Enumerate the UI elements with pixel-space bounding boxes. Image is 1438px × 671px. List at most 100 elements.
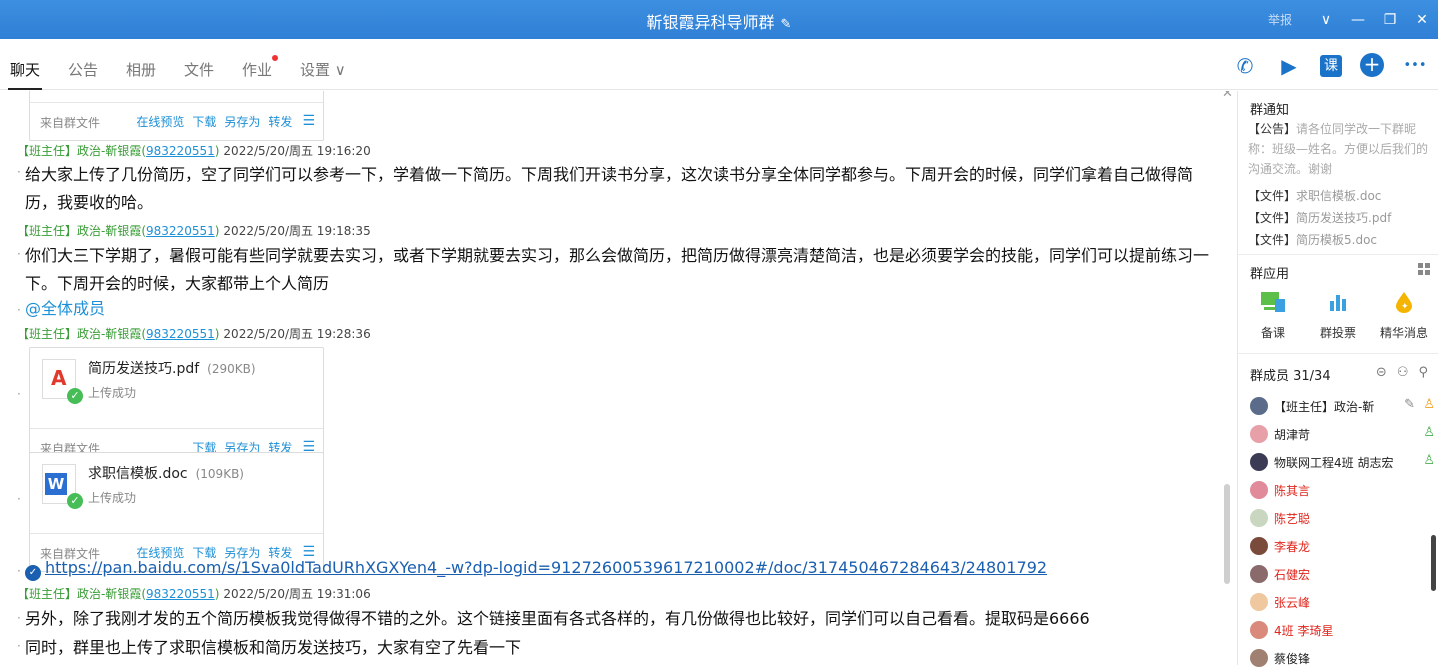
preview-link[interactable]: 在线预览	[136, 113, 184, 130]
tab-files[interactable]: 文件	[184, 59, 214, 80]
message-bullet: ·	[17, 387, 21, 401]
member-name: 物联网工程4班 胡志宏	[1274, 456, 1394, 470]
member-item[interactable]: 李春龙	[1250, 535, 1435, 559]
notice-file[interactable]: 【文件】求职信模板.doc	[1248, 185, 1391, 207]
member-name: 张云峰	[1274, 596, 1311, 610]
file-actions: 在线预览 下载 另存为 转发 ☰	[136, 113, 315, 130]
video-call-icon[interactable]: ▶	[1276, 53, 1302, 79]
group-sidebar: 群通知 【公告】请各位同学改一下群昵称：班级—姓名。方便以后我们的沟通交流。谢谢…	[1237, 91, 1438, 667]
chat-scrollbar[interactable]	[1224, 484, 1230, 584]
chat-bubble-icon[interactable]: ⊝	[1376, 365, 1387, 380]
message-time: 2022/5/20/周五 19:16:20	[223, 144, 371, 158]
file-name-wrap: 简历发送技巧.pdf (290KB)	[88, 358, 256, 378]
avatar	[1250, 425, 1268, 443]
message-bullet: ·	[17, 564, 21, 578]
sender-qq[interactable]: 983220551	[146, 327, 215, 341]
message-bullet: ·	[17, 492, 21, 506]
file-name[interactable]: 求职信模板.doc	[88, 466, 188, 482]
notice-file[interactable]: 【文件】简历发送技巧.pdf	[1248, 207, 1391, 229]
tab-homework[interactable]: 作业	[242, 55, 279, 80]
app-label: 精华消息	[1379, 326, 1428, 340]
sender-qq[interactable]: 983220551	[146, 224, 215, 238]
app-prepare-lesson[interactable]: 备课	[1243, 291, 1303, 341]
chevron-down-icon[interactable]: ∨	[1310, 12, 1342, 28]
member-scrollbar[interactable]	[1431, 535, 1436, 591]
restore-icon[interactable]: ❐	[1374, 12, 1406, 28]
member-item[interactable]: 物联网工程4班 胡志宏 ♙	[1250, 451, 1435, 475]
add-member-icon[interactable]: ⚇	[1397, 365, 1409, 380]
sender-qq[interactable]: 983220551	[146, 144, 215, 158]
admin-icon: ♙	[1423, 453, 1435, 468]
message-text: 给大家上传了几份简历，空了同学们可以参考一下，学着做一下简历。下周我们开读书分享…	[25, 165, 1194, 212]
message-bullet: ·	[17, 247, 21, 261]
member-item[interactable]: 陈艺聪	[1250, 507, 1435, 531]
tab-chat[interactable]: 聊天	[7, 59, 43, 90]
report-button[interactable]: 举报	[1268, 11, 1292, 28]
file-card[interactable]: ✓ 简历发送技巧.pdf(290KB) 上传成功 来自群文件 下载 另存为 转发…	[29, 347, 324, 467]
menu-icon[interactable]: ☰	[302, 113, 315, 130]
add-icon[interactable]: +	[1360, 53, 1384, 77]
check-icon: ✓	[67, 388, 83, 404]
file-name[interactable]: 简历发送技巧.pdf	[88, 361, 199, 377]
close-icon[interactable]: ✕	[1222, 91, 1233, 101]
search-icon[interactable]: ⚲	[1418, 365, 1428, 380]
file-card-body: ✓ 简历发送技巧.pdf (290KB) 上传成功	[30, 348, 323, 428]
avatar	[1250, 537, 1268, 555]
member-item[interactable]: 张云峰	[1250, 591, 1435, 615]
file-card[interactable]: 来自群文件 在线预览 下载 另存为 转发 ☰	[29, 91, 324, 141]
avatar	[1250, 397, 1268, 415]
tab-album[interactable]: 相册	[126, 59, 156, 80]
save-as-link[interactable]: 另存为	[224, 113, 260, 130]
group-name: 靳银霞异科导师群	[646, 13, 775, 32]
lesson-icon[interactable]: 课	[1320, 55, 1342, 77]
minimize-icon[interactable]: —	[1342, 12, 1374, 28]
member-item[interactable]: 陈其言	[1250, 479, 1435, 503]
avatar	[1250, 593, 1268, 611]
grid-icon[interactable]	[1418, 263, 1430, 275]
chat-area: ✕ 来自群文件 在线预览 下载 另存为 转发 ☰ 【班主任】政治-靳银霞(983…	[0, 91, 1236, 665]
member-name: 陈其言	[1274, 484, 1311, 498]
app-vote[interactable]: 群投票	[1308, 291, 1368, 341]
sender-qq[interactable]: 983220551	[146, 587, 215, 601]
download-link[interactable]: 下载	[192, 113, 216, 130]
svg-text:✦: ✦	[1401, 302, 1409, 312]
app-essence[interactable]: ✦ 精华消息	[1374, 291, 1434, 341]
vote-icon	[1330, 295, 1346, 311]
phone-icon[interactable]: ✆	[1232, 53, 1258, 79]
edit-icon[interactable]: ✎	[1404, 397, 1415, 412]
message-text: 另外，除了我刚才发的五个简历模板我觉得做得不错的之外。这个链接里面有各式各样的，…	[25, 609, 1090, 628]
notice-files: 【文件】求职信模板.doc 【文件】简历发送技巧.pdf 【文件】简历模板5.d…	[1248, 185, 1391, 251]
app-label: 备课	[1260, 326, 1285, 340]
tab-homework-label: 作业	[242, 61, 273, 79]
tab-announcement[interactable]: 公告	[68, 59, 98, 80]
message-meta: 【班主任】政治-靳银霞(983220551) 2022/5/20/周五 19:28…	[17, 327, 371, 341]
notice-file[interactable]: 【文件】简历模板5.doc	[1248, 229, 1391, 251]
tab-settings[interactable]: 设置 ∨	[300, 59, 346, 80]
avatar	[1250, 621, 1268, 639]
avatar	[1250, 481, 1268, 499]
more-icon[interactable]: •••	[1402, 53, 1428, 79]
avatar	[1250, 509, 1268, 527]
check-icon: ✓	[67, 493, 83, 509]
member-name: 李春龙	[1274, 540, 1311, 554]
close-icon[interactable]: ✕	[1406, 12, 1438, 28]
member-item[interactable]: 石健宏	[1250, 563, 1435, 587]
sender-name: 【班主任】政治-靳银霞(	[17, 144, 147, 158]
forward-link[interactable]: 转发	[268, 113, 292, 130]
url-link[interactable]: https://pan.baidu.com/s/1Sva0ldTadURhXGX…	[45, 558, 1047, 577]
file-size: (290KB)	[207, 362, 256, 376]
admin-icon: ♙	[1423, 425, 1435, 440]
edit-name-icon[interactable]: ✎	[781, 17, 792, 32]
file-card-footer: 来自群文件 在线预览 下载 另存为 转发 ☰	[30, 102, 323, 140]
member-name: 4班 李琦星	[1274, 624, 1334, 638]
divider	[1238, 353, 1438, 354]
upload-status: 上传成功	[88, 491, 137, 505]
member-item[interactable]: 胡津苛 ♙	[1250, 423, 1435, 447]
member-name: 石健宏	[1274, 568, 1311, 582]
member-item[interactable]: 【班主任】政治-靳 ✎ ♙	[1250, 395, 1435, 419]
mention-all[interactable]: @全体成员	[25, 295, 1220, 323]
unread-dot	[272, 55, 279, 61]
member-item[interactable]: 蔡俊锋	[1250, 647, 1435, 671]
member-item[interactable]: 4班 李琦星	[1250, 619, 1435, 643]
group-notice[interactable]: 【公告】请各位同学改一下群昵称：班级—姓名。方便以后我们的沟通交流。谢谢	[1248, 119, 1428, 179]
